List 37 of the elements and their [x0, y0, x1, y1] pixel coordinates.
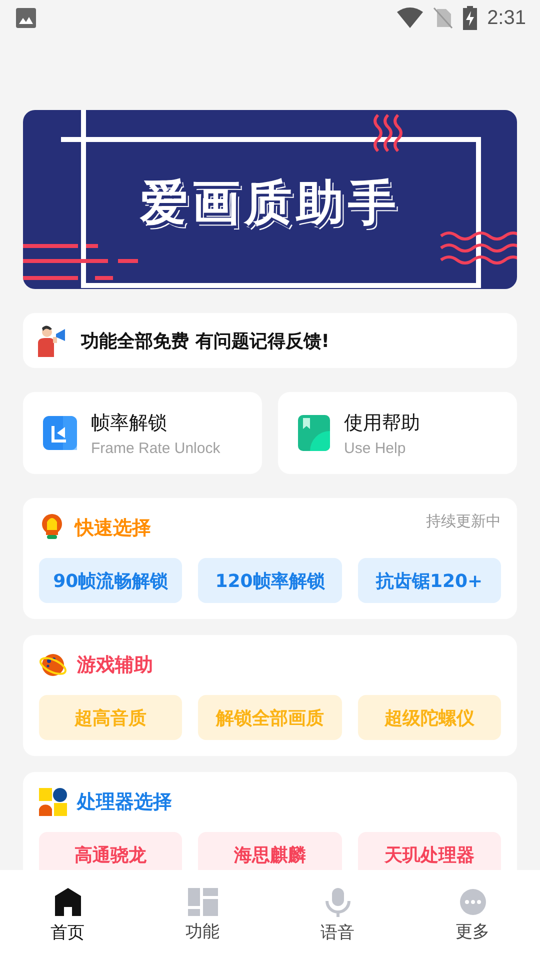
shortcut-title: 使用帮助 — [344, 410, 420, 436]
section-note: 持续更新中 — [426, 512, 501, 531]
status-time: 2:31 — [487, 6, 526, 30]
no-sim-icon — [433, 7, 454, 29]
microphone-icon — [324, 886, 352, 916]
tiles-icon — [39, 788, 67, 816]
option-button[interactable]: 海思麒麟 — [198, 832, 342, 870]
nav-tab[interactable]: 语音 — [270, 870, 405, 960]
home-icon — [54, 886, 82, 916]
planet-icon — [39, 651, 67, 679]
shortcut-subtitle: Frame Rate Unlock — [91, 440, 220, 456]
section-title: 游戏辅助 — [77, 653, 153, 678]
option-button[interactable]: 抗齿锯120+ — [358, 558, 501, 603]
shortcut-card[interactable]: 帧率解锁 Frame Rate Unlock — [23, 392, 262, 474]
banner-title: 爱画质助手 — [140, 174, 400, 232]
more-icon — [458, 888, 486, 916]
book-icon — [298, 415, 330, 451]
grid-icon — [188, 888, 218, 916]
option-button[interactable]: 120帧率解锁 — [198, 558, 342, 603]
nav-tab[interactable]: 更多 — [405, 870, 540, 960]
nav-tab[interactable]: 首页 — [0, 870, 135, 960]
nav-tab[interactable]: 功能 — [135, 870, 270, 960]
frame-unlock-icon — [43, 416, 77, 450]
image-icon — [16, 8, 36, 28]
shortcut-card[interactable]: 使用帮助 Use Help — [278, 392, 517, 474]
option-button[interactable]: 90帧流畅解锁 — [39, 558, 182, 603]
section-title: 快速选择 — [75, 516, 151, 541]
wifi-icon — [397, 7, 424, 29]
battery-charging-icon — [463, 6, 478, 30]
lightbulb-icon — [39, 514, 65, 542]
notice-text: 功能全部免费 有问题记得反馈! — [81, 330, 330, 352]
person-megaphone-icon — [37, 324, 67, 356]
shortcut-subtitle: Use Help — [344, 440, 407, 456]
option-button[interactable]: 天玑处理器 — [358, 832, 501, 870]
section-title: 处理器选择 — [77, 790, 172, 815]
shortcut-title: 帧率解锁 — [91, 410, 168, 436]
option-button[interactable]: 高通骁龙 — [39, 832, 182, 870]
